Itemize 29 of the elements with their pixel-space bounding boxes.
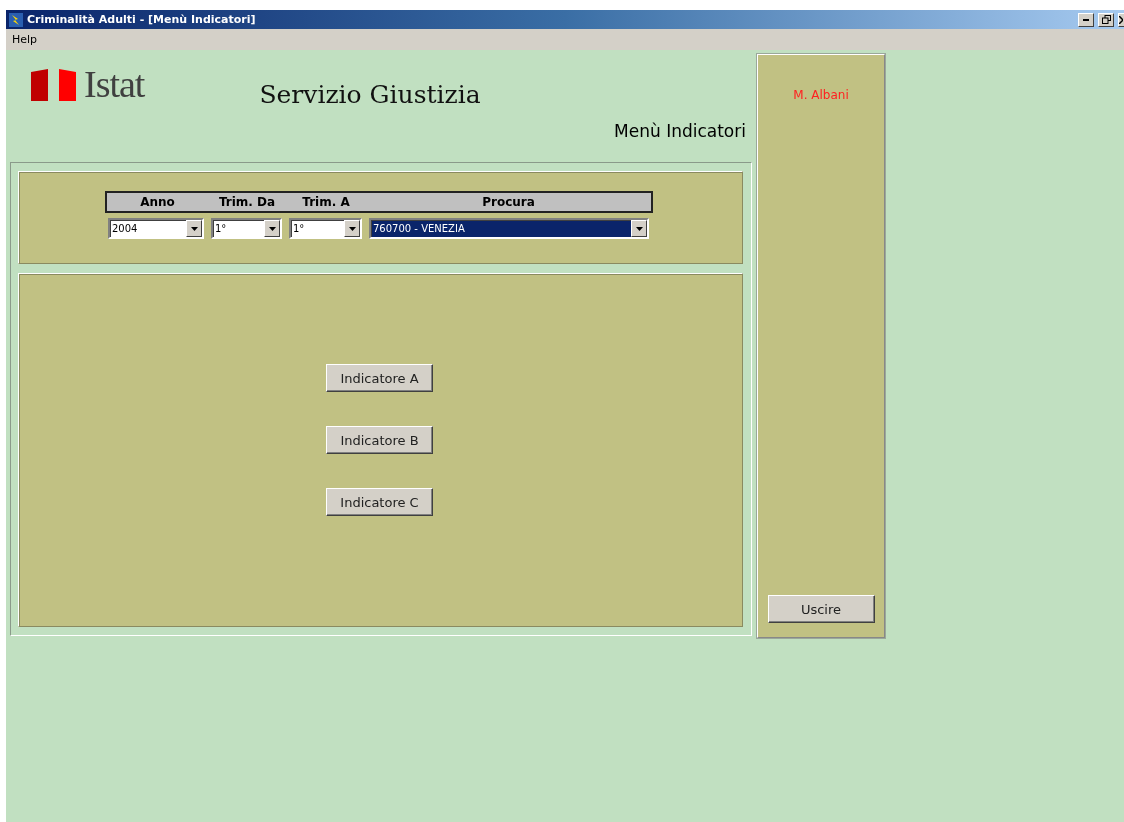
close-button[interactable]: [1118, 12, 1124, 27]
restore-icon: [1101, 15, 1111, 24]
indicator-button[interactable]: Indicatore B: [326, 426, 433, 454]
column-header: Trim. Da: [208, 191, 286, 213]
caret-icon: [635, 226, 643, 231]
dropdown-field[interactable]: 1°: [211, 218, 282, 239]
page-title: Menù Indicatori: [614, 121, 746, 141]
exit-button[interactable]: Uscire: [767, 595, 875, 623]
dropdown-field[interactable]: 1°: [289, 218, 362, 239]
indicator-button[interactable]: Indicatore A: [326, 364, 433, 392]
app-icon: [9, 12, 23, 27]
minimize-button[interactable]: [1078, 12, 1094, 27]
column-header: Trim. A: [286, 191, 366, 213]
logo-text: Istat: [84, 68, 145, 100]
minimize-icon: [1083, 18, 1089, 21]
user-name: M. Albani: [793, 88, 849, 102]
window-title: Criminalità Adulti - [Menù Indicatori]: [27, 13, 257, 26]
menu-item[interactable]: Help: [6, 33, 44, 46]
dropdown-field[interactable]: 760700 - VENEZIA: [369, 218, 649, 239]
caret-icon: [348, 226, 356, 231]
app-title: Servizio Giustizia: [259, 80, 481, 109]
restore-button[interactable]: [1098, 12, 1114, 27]
indicator-button[interactable]: Indicatore C: [326, 488, 433, 516]
column-header: Anno: [105, 191, 208, 213]
caret-icon: [190, 226, 198, 231]
close-icon: [1119, 15, 1123, 24]
dropdown-field[interactable]: 2004: [108, 218, 204, 239]
column-header: Procura: [366, 191, 653, 213]
caret-icon: [268, 226, 276, 231]
